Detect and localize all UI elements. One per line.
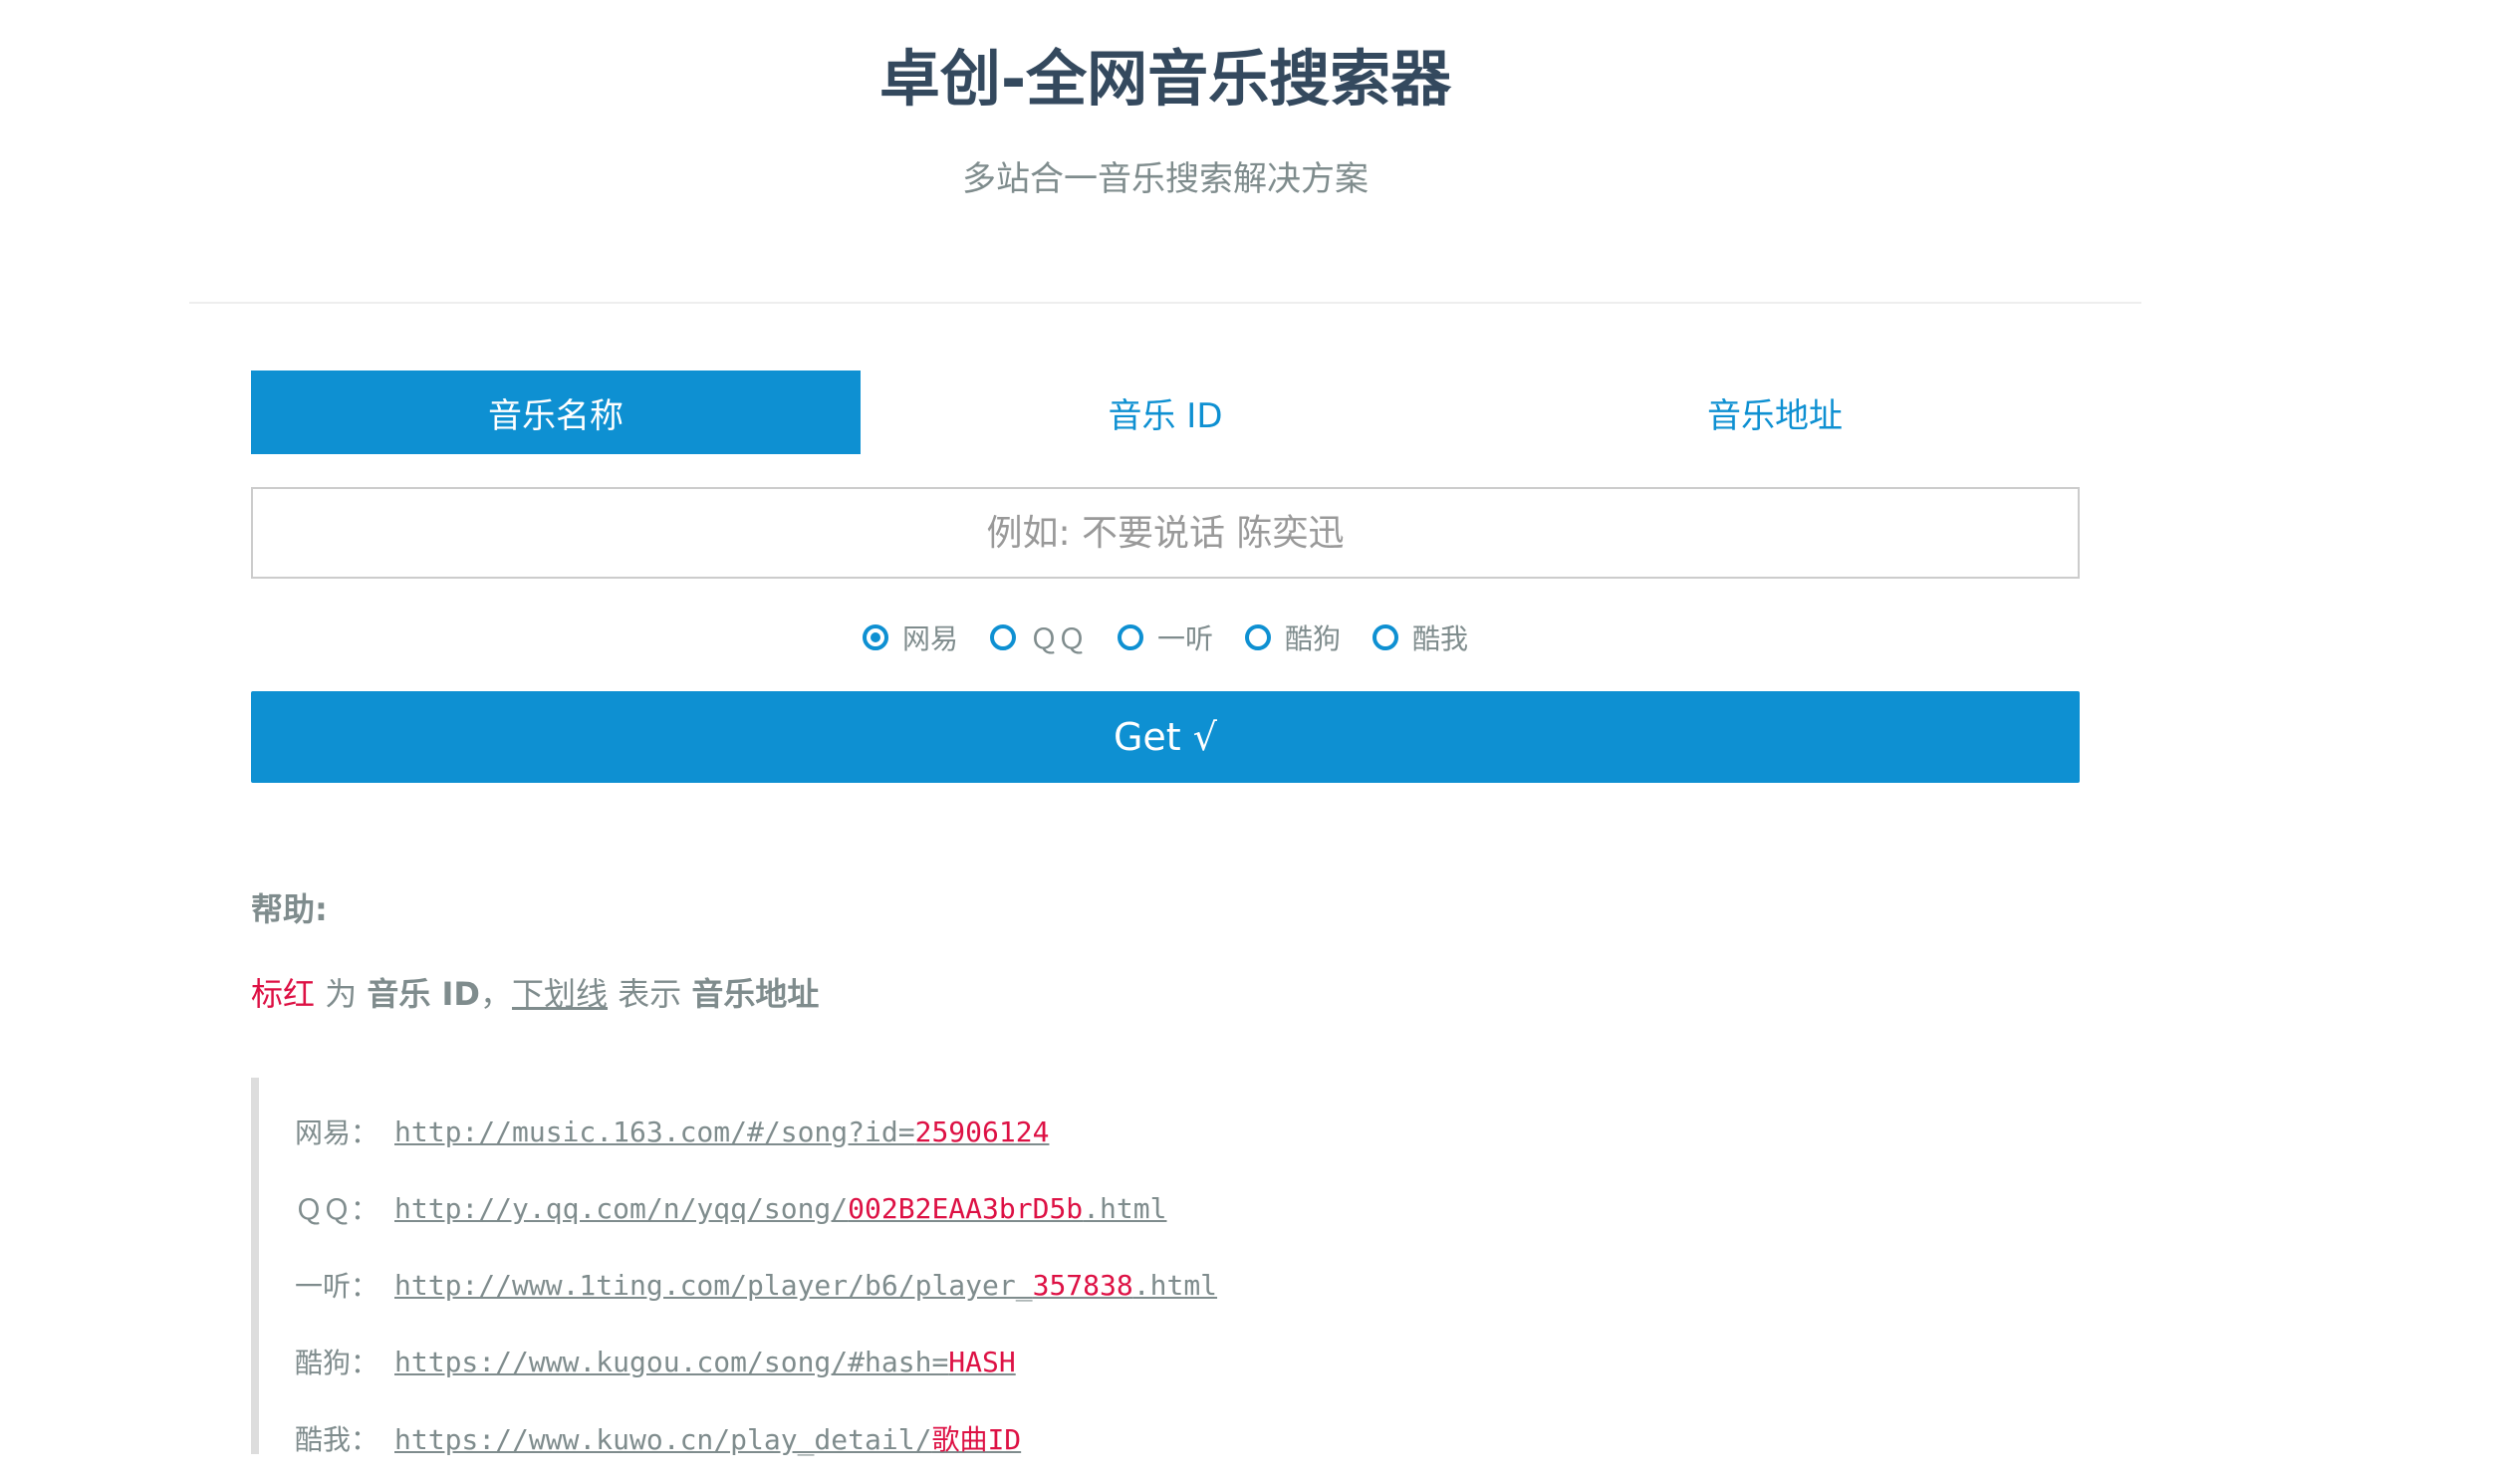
legend-means-text: 表示 [608, 975, 692, 1013]
example-row-kugou: 酷狗： https://www.kugou.com/song/#hash=HAS… [295, 1337, 1016, 1386]
url-prefix: http://music.163.com/#/song?id= [394, 1114, 915, 1148]
example-row-qq: ＱＱ： http://y.qq.com/n/yqq/song/002B2EAA3… [295, 1183, 1166, 1233]
source-option-qq[interactable]: ＱＱ [989, 618, 1086, 657]
header-divider [189, 302, 2141, 304]
legend-red-word: 标红 [251, 975, 316, 1013]
url-highlight: 357838 [1032, 1268, 1133, 1302]
legend-is-text: 为 [315, 975, 368, 1013]
get-button[interactable]: Get √ [251, 691, 2080, 783]
example-row-kuwo: 酷我： https://www.kuwo.cn/play_detail/歌曲ID [295, 1413, 1021, 1463]
tab-music-id[interactable]: 音乐 ID [861, 371, 1470, 454]
radio-unchecked-icon[interactable] [1117, 624, 1143, 650]
legend-comma: ， [480, 975, 513, 1013]
source-label-qq: ＱＱ [1029, 622, 1086, 655]
example-url-link[interactable]: http://music.163.com/#/song?id=25906124 [394, 1115, 1049, 1148]
source-label-1ting: 一听 [1156, 622, 1213, 655]
example-url-link[interactable]: http://www.1ting.com/player/b6/player_35… [394, 1269, 1217, 1302]
url-prefix: https://www.kugou.com/song/#hash= [394, 1345, 949, 1378]
example-row-netease: 网易： http://music.163.com/#/song?id=25906… [295, 1107, 1049, 1156]
url-suffix: .html [1132, 1268, 1218, 1302]
url-suffix: .html [1083, 1191, 1167, 1225]
radio-unchecked-icon[interactable] [989, 624, 1016, 650]
legend-id-term: 音乐 ID [367, 975, 480, 1013]
source-option-1ting[interactable]: 一听 [1117, 618, 1213, 657]
url-highlight: 歌曲ID [931, 1423, 1022, 1456]
source-label-kuwo: 酷我 [1412, 622, 1469, 655]
page-title: 卓创-全网音乐搜索器 [878, 44, 1452, 115]
url-highlight: HASH [948, 1345, 1016, 1378]
example-label: 酷我： [295, 1423, 379, 1456]
example-row-1ting: 一听： http://www.1ting.com/player/b6/playe… [295, 1260, 1217, 1310]
example-url-link[interactable]: http://y.qq.com/n/yqq/song/002B2EAA3brD5… [394, 1192, 1166, 1225]
example-label: ＱＱ： [295, 1193, 379, 1226]
example-url-link[interactable]: https://www.kuwo.cn/play_detail/歌曲ID [394, 1418, 1021, 1458]
search-type-tabs: 音乐名称 音乐 ID 音乐地址 [251, 371, 2080, 454]
url-highlight: 002B2EAA3brD5b [848, 1191, 1084, 1225]
url-prefix: http://y.qq.com/n/yqq/song/ [394, 1191, 849, 1225]
tab-music-name[interactable]: 音乐名称 [251, 371, 861, 454]
source-label-kugou: 酷狗 [1285, 622, 1342, 655]
radio-unchecked-icon[interactable] [1245, 624, 1271, 650]
source-label-netease: 网易 [901, 622, 958, 655]
example-label: 网易： [295, 1116, 379, 1149]
url-highlight: 25906124 [914, 1114, 1050, 1148]
example-urls-blockquote: 网易： http://music.163.com/#/song?id=25906… [251, 1078, 1745, 1456]
radio-unchecked-icon[interactable] [1373, 624, 1399, 650]
example-url-link[interactable]: https://www.kugou.com/song/#hash=HASH [394, 1346, 1016, 1378]
help-title: 帮助: [251, 890, 328, 928]
source-option-netease[interactable]: 网易 [862, 618, 958, 657]
url-prefix: http://www.1ting.com/player/b6/player_ [394, 1268, 1033, 1302]
legend-underline-word: 下划线 [512, 975, 609, 1013]
legend-url-term: 音乐地址 [691, 975, 820, 1013]
tab-music-url[interactable]: 音乐地址 [1470, 371, 2080, 454]
help-legend: 标红 为 音乐 ID，下划线 表示 音乐地址 [251, 969, 819, 1015]
url-prefix: https://www.kuwo.cn/play_detail/ [394, 1423, 932, 1456]
example-label: 一听： [295, 1270, 379, 1303]
example-label: 酷狗： [295, 1347, 379, 1379]
source-option-kuwo[interactable]: 酷我 [1373, 618, 1468, 657]
source-radio-group: 网易 ＱＱ 一听 酷狗 酷我 [0, 613, 2331, 662]
radio-checked-icon[interactable] [862, 624, 888, 650]
page-subtitle: 多站合一音乐搜索解决方案 [962, 159, 1369, 199]
search-input[interactable] [251, 487, 2080, 579]
source-option-kugou[interactable]: 酷狗 [1245, 618, 1341, 657]
